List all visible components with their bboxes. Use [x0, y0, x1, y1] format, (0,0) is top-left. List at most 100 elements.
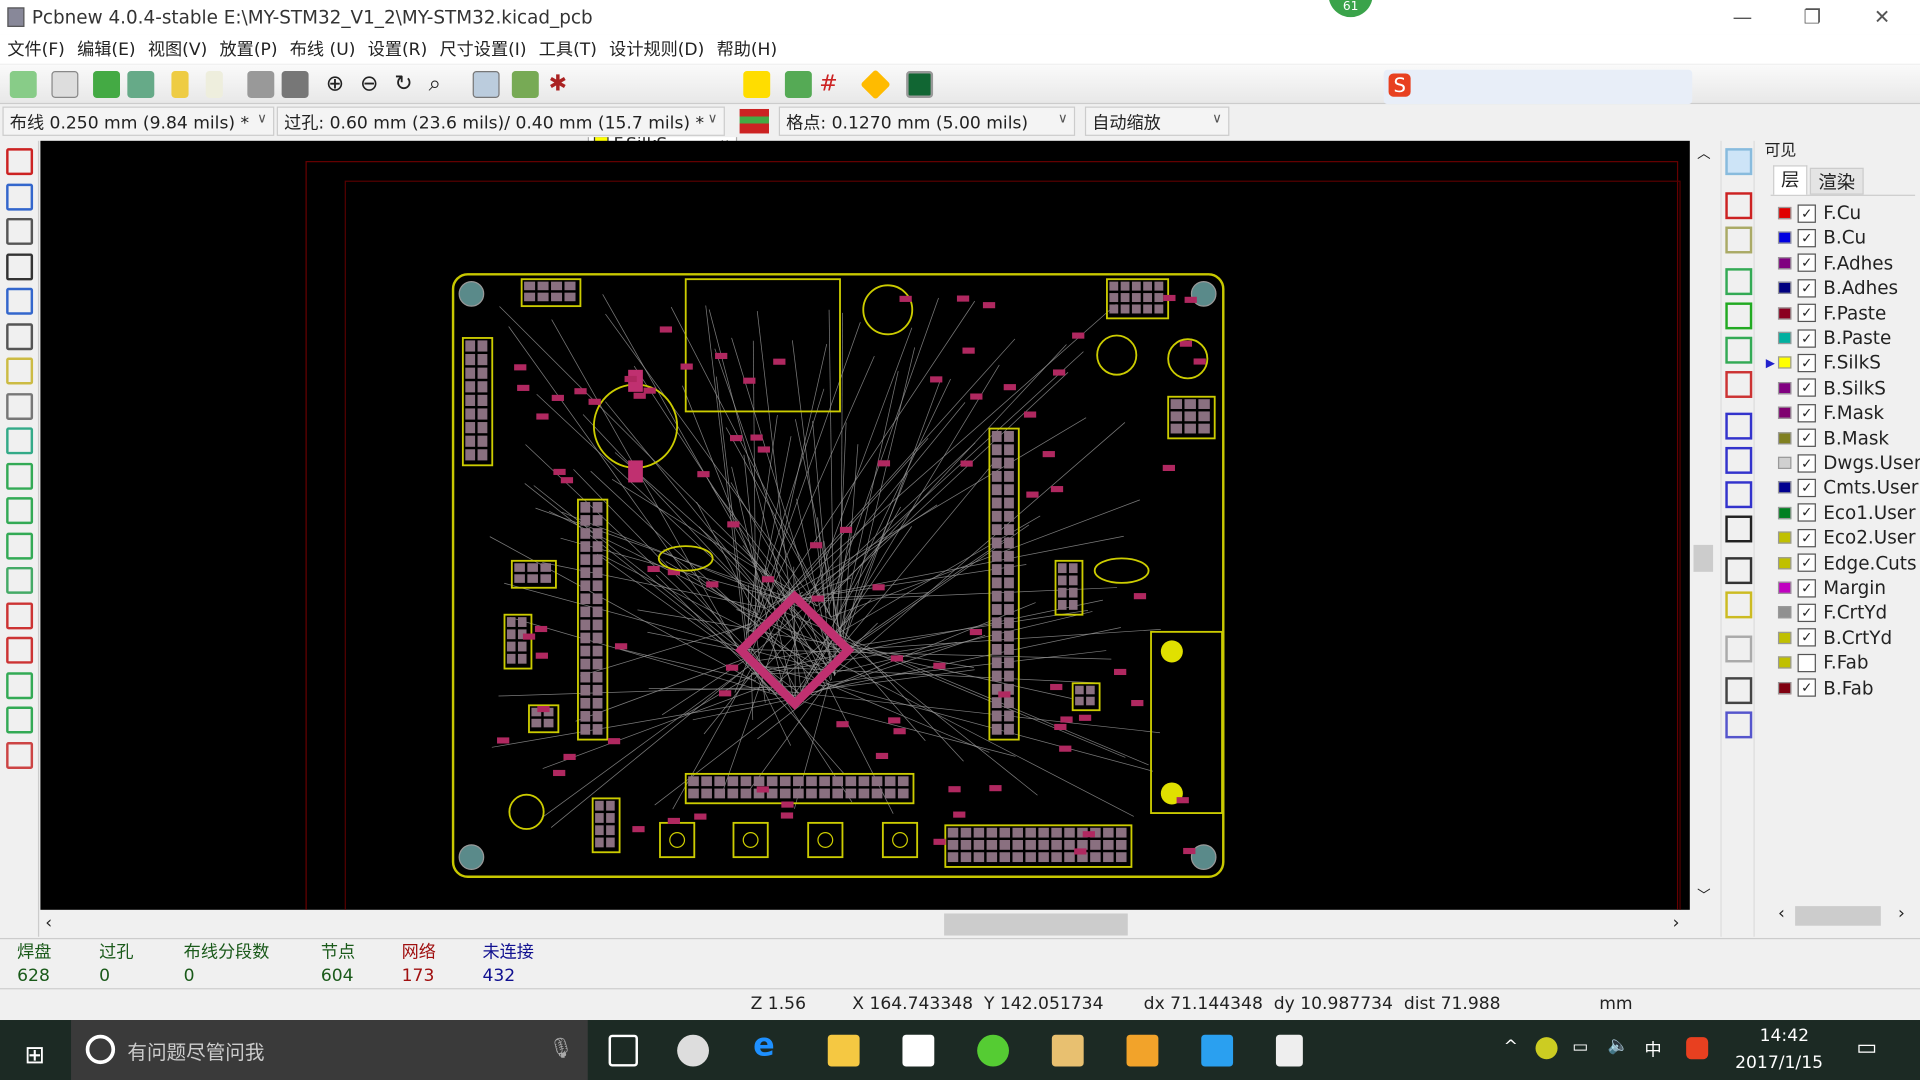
- plot-icon[interactable]: [281, 71, 309, 98]
- layer-row-b-cu[interactable]: ✓ B.Cu: [1777, 226, 1866, 250]
- layer-visibility-checkbox[interactable]: [1797, 653, 1816, 672]
- layer-color-swatch[interactable]: [1777, 231, 1792, 245]
- cursor-shape-icon[interactable]: [6, 322, 34, 350]
- menu-view[interactable]: 视图(V): [148, 34, 220, 63]
- layer-row-b-paste[interactable]: ✓ B.Paste: [1777, 326, 1891, 350]
- layer-row-eco2-user[interactable]: ✓ Eco2.User: [1777, 526, 1916, 550]
- clock-time[interactable]: 14:42: [1760, 1026, 1809, 1046]
- layer-visibility-checkbox[interactable]: ✓: [1797, 628, 1816, 647]
- layer-visibility-checkbox[interactable]: ✓: [1797, 378, 1816, 398]
- auto-route-icon[interactable]: #: [819, 71, 846, 98]
- layer-visibility-checkbox[interactable]: ✓: [1797, 228, 1816, 248]
- add-footprint-icon[interactable]: [1725, 268, 1753, 296]
- menu-design-rules[interactable]: 设计规则(D): [609, 34, 716, 63]
- store-icon[interactable]: [902, 1034, 935, 1067]
- layer-visibility-checkbox[interactable]: ✓: [1797, 303, 1816, 323]
- layer-row-f-cu[interactable]: ✓ F.Cu: [1777, 201, 1861, 225]
- file-explorer-icon[interactable]: [827, 1034, 860, 1067]
- layer-color-swatch[interactable]: [1777, 431, 1792, 444]
- via-size-select[interactable]: 过孔: 0.60 mm (23.6 mils)/ 0.40 mm (15.7 m…: [276, 106, 725, 136]
- layer-row-edge-cuts[interactable]: ✓ Edge.Cuts: [1777, 551, 1917, 575]
- layers-manager-icon[interactable]: [6, 706, 34, 734]
- layer-row-f-paste[interactable]: ✓ F.Paste: [1777, 301, 1886, 325]
- layer-color-swatch[interactable]: [1777, 656, 1792, 669]
- notification-badge[interactable]: 61: [1328, 0, 1373, 18]
- netlist-icon[interactable]: [511, 71, 539, 98]
- layer-color-swatch[interactable]: [1777, 581, 1792, 594]
- add-dimension-icon[interactable]: [1725, 557, 1753, 585]
- layer-color-swatch[interactable]: [1777, 381, 1792, 395]
- layer-visibility-checkbox[interactable]: ✓: [1797, 478, 1816, 498]
- track-width-select[interactable]: 布线 0.250 mm (9.84 mils) * ∨: [2, 106, 275, 136]
- layer-row-b-adhes[interactable]: ✓ B.Adhes: [1777, 276, 1898, 300]
- local-ratsnest-icon[interactable]: [1725, 226, 1753, 254]
- calculator-icon[interactable]: [1275, 1034, 1303, 1067]
- menu-edit[interactable]: 编辑(E): [77, 34, 148, 63]
- add-circle-icon[interactable]: [1725, 446, 1753, 474]
- maximize-button[interactable]: ❐: [1794, 5, 1831, 28]
- edge-icon[interactable]: e: [753, 1027, 785, 1064]
- layer-row-b-crtyd[interactable]: ✓ B.CrtYd: [1777, 625, 1892, 649]
- zone-fill-icon[interactable]: [6, 427, 34, 455]
- tab-layers[interactable]: 层: [1773, 165, 1808, 195]
- tray-app-icon[interactable]: [1535, 1037, 1558, 1060]
- layer-visibility-checkbox[interactable]: ✓: [1797, 203, 1816, 223]
- menu-preferences[interactable]: 设置(R): [368, 34, 440, 63]
- layer-pair-icon[interactable]: [743, 71, 771, 98]
- clock-date[interactable]: 2017/1/15: [1735, 1053, 1823, 1073]
- layer-color-swatch[interactable]: [1777, 681, 1792, 694]
- menu-route[interactable]: 布线 (U): [290, 34, 368, 63]
- auto-place-icon[interactable]: [784, 71, 812, 98]
- inch-units-icon[interactable]: [6, 252, 34, 280]
- grid-toggle-icon[interactable]: [6, 183, 34, 211]
- track-sketch-icon[interactable]: [6, 497, 34, 525]
- polar-coords-icon[interactable]: [6, 217, 34, 245]
- tray-expand-icon[interactable]: ^: [1504, 1037, 1518, 1057]
- volume-icon[interactable]: 🔈: [1608, 1036, 1629, 1056]
- select-tool-icon[interactable]: [1725, 148, 1753, 176]
- menu-file[interactable]: 文件(F): [7, 34, 77, 63]
- footprint-editor-icon[interactable]: [127, 71, 155, 98]
- layer-visibility-checkbox[interactable]: ✓: [1797, 403, 1816, 423]
- redraw-icon[interactable]: ↻: [394, 71, 421, 98]
- menu-dimensions[interactable]: 尺寸设置(I): [440, 34, 539, 63]
- layer-visibility-checkbox[interactable]: ✓: [1797, 678, 1816, 697]
- cloud-app-icon[interactable]: [1201, 1034, 1234, 1067]
- zoom-out-icon[interactable]: ⊖: [360, 71, 387, 98]
- keepout-area-icon[interactable]: [1725, 371, 1753, 398]
- action-center-icon[interactable]: ▭: [1856, 1035, 1877, 1061]
- app-icon-pinwheel[interactable]: [677, 1034, 709, 1067]
- footprint-text-icon[interactable]: [6, 741, 34, 769]
- add-zone-icon[interactable]: [1725, 336, 1753, 364]
- auto-track-width-icon[interactable]: [739, 108, 769, 134]
- vertical-scroll-thumb[interactable]: [1693, 544, 1714, 572]
- layer-row-f-silks[interactable]: ✓ F.SilkS ▸: [1766, 351, 1881, 375]
- menu-help[interactable]: 帮助(H): [717, 34, 790, 63]
- layer-color-swatch[interactable]: [1777, 506, 1792, 519]
- layer-row-f-mask[interactable]: ✓ F.Mask: [1777, 401, 1884, 425]
- layer-color-swatch[interactable]: [1777, 531, 1792, 544]
- undo-icon[interactable]: [171, 71, 189, 98]
- via-sketch-icon[interactable]: [6, 532, 34, 559]
- zoom-select[interactable]: 自动缩放 ∨: [1084, 106, 1230, 136]
- highlight-net-icon[interactable]: [1725, 192, 1753, 220]
- cortana-search[interactable]: 有问题尽管问我 🎙: [71, 1020, 588, 1080]
- layer-color-swatch[interactable]: [1777, 331, 1792, 345]
- zoom-fit-icon[interactable]: ⌕: [429, 71, 456, 98]
- task-view-icon[interactable]: [608, 1034, 638, 1067]
- module-ratsnest-icon[interactable]: [6, 392, 34, 420]
- browser-icon[interactable]: [977, 1034, 1009, 1067]
- panel-scroll-left-icon[interactable]: ‹: [1778, 904, 1785, 924]
- layer-row-eco1-user[interactable]: ✓ Eco1.User: [1777, 501, 1916, 525]
- scroll-up-icon[interactable]: ︿: [1697, 143, 1710, 163]
- layer-row-cmts-user[interactable]: ✓ Cmts.User: [1777, 476, 1918, 500]
- layer-visibility-checkbox[interactable]: ✓: [1797, 503, 1816, 523]
- route-track-icon[interactable]: [1725, 302, 1753, 330]
- layer-row-b-silks[interactable]: ✓ B.SilkS: [1777, 376, 1886, 400]
- panel-scroll-thumb[interactable]: [1795, 906, 1881, 926]
- zone-outline-icon[interactable]: [6, 462, 34, 490]
- menu-tools[interactable]: 工具(T): [539, 34, 609, 63]
- layer-row-f-fab[interactable]: F.Fab: [1777, 650, 1869, 674]
- pcb-canvas[interactable]: [40, 140, 1690, 1039]
- layer-color-swatch[interactable]: [1777, 631, 1792, 644]
